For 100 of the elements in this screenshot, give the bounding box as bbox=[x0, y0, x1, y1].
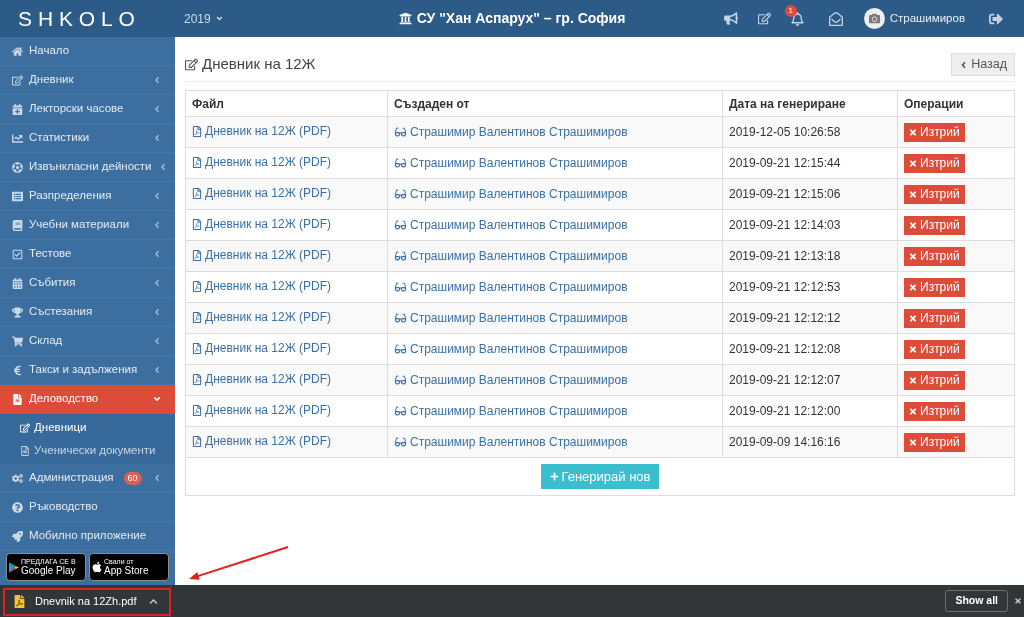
delete-button[interactable]: Изтрий bbox=[904, 215, 965, 235]
close-icon bbox=[909, 406, 917, 416]
close-icon[interactable] bbox=[1014, 597, 1022, 605]
back-button[interactable]: Назад bbox=[951, 53, 1015, 76]
table-cell: 2019-09-21 12:12:53 bbox=[722, 271, 898, 303]
pdf-file-icon bbox=[192, 249, 202, 261]
glasses-icon bbox=[394, 250, 407, 261]
table-cell: 2019-09-21 12:12:12 bbox=[722, 302, 898, 334]
close-icon bbox=[909, 127, 917, 137]
column-header: Файл bbox=[185, 90, 388, 117]
submenu-item[interactable]: Ученически документи bbox=[0, 439, 175, 462]
play-triangle-icon bbox=[9, 561, 19, 573]
close-icon bbox=[909, 251, 917, 261]
delete-button[interactable]: Изтрий bbox=[904, 184, 965, 204]
cart-icon bbox=[12, 335, 23, 347]
sidebar-item[interactable]: Състезания bbox=[0, 298, 175, 327]
download-file-name[interactable]: Dnevnik na 12Zh.pdf bbox=[35, 592, 137, 610]
home-icon bbox=[12, 45, 23, 57]
pdf-file-icon bbox=[192, 280, 202, 292]
sidebar-item[interactable]: Събития bbox=[0, 269, 175, 298]
delete-button[interactable]: Изтрий bbox=[904, 401, 965, 421]
envelope-icon[interactable] bbox=[828, 11, 843, 26]
table-cell: 2019-09-09 14:16:16 bbox=[722, 426, 898, 458]
delete-button[interactable]: Изтрий bbox=[904, 432, 965, 452]
question-icon bbox=[12, 501, 23, 513]
table-cell: 2019-09-21 12:14:03 bbox=[722, 209, 898, 241]
megaphone-icon[interactable] bbox=[723, 12, 738, 25]
delete-button[interactable]: Изтрий bbox=[904, 277, 965, 297]
sidebar-item[interactable]: Деловодство bbox=[0, 385, 175, 414]
pdf-file-icon bbox=[192, 125, 202, 137]
glasses-icon bbox=[394, 312, 407, 323]
delete-button[interactable]: Изтрий bbox=[904, 246, 965, 266]
column-header: Създаден от bbox=[387, 90, 723, 117]
sidebar-item[interactable]: Разпределения bbox=[0, 182, 175, 211]
pdf-file-icon bbox=[192, 342, 202, 354]
delete-button[interactable]: Изтрий bbox=[904, 122, 965, 142]
table-cell: 2019-09-21 12:15:06 bbox=[722, 178, 898, 210]
sign-out-icon[interactable] bbox=[989, 11, 1003, 26]
table-cell: 2019-09-21 12:12:08 bbox=[722, 333, 898, 365]
table-cell: 2019-09-21 12:12:00 bbox=[722, 395, 898, 427]
euro-icon bbox=[12, 364, 23, 376]
page-title: Дневник на 12Ж bbox=[202, 54, 316, 75]
sidebar-item[interactable]: Извънкласни дейности bbox=[0, 153, 175, 182]
book-icon bbox=[12, 219, 23, 231]
sidebar-item[interactable]: Администрация 60 bbox=[0, 464, 175, 493]
sidebar-item[interactable]: Лекторски часове bbox=[0, 95, 175, 124]
avatar-icon[interactable] bbox=[863, 8, 885, 29]
column-header: Операции bbox=[897, 90, 1015, 117]
pdf-file-icon bbox=[192, 435, 202, 447]
sidebar-item[interactable]: Ръководство bbox=[0, 493, 175, 522]
close-icon bbox=[909, 158, 917, 168]
delete-button[interactable]: Изтрий bbox=[904, 339, 965, 359]
count-badge: 60 bbox=[123, 471, 142, 485]
caret-icon bbox=[214, 14, 224, 23]
close-icon bbox=[909, 375, 917, 385]
glasses-icon bbox=[394, 436, 407, 447]
glasses-icon bbox=[394, 126, 407, 137]
delete-button[interactable]: Изтрий bbox=[904, 370, 965, 390]
bank-icon bbox=[398, 12, 412, 25]
show-all-button[interactable]: Show all bbox=[945, 590, 1008, 612]
glasses-icon bbox=[394, 343, 407, 354]
school-name: СУ "Хан Аспарух" – гр. София bbox=[416, 9, 626, 28]
glasses-icon bbox=[394, 157, 407, 168]
sidebar-item[interactable]: Склад bbox=[0, 327, 175, 356]
glasses-icon bbox=[394, 219, 407, 230]
rocket-icon bbox=[12, 530, 23, 542]
sidebar-item[interactable]: Учебни материали bbox=[0, 211, 175, 240]
chevron-up-icon[interactable] bbox=[149, 596, 158, 606]
glasses-icon bbox=[394, 281, 407, 292]
sidebar-item[interactable]: Дневник bbox=[0, 66, 175, 95]
close-icon bbox=[909, 437, 917, 447]
pdf-file-icon bbox=[192, 187, 202, 199]
apple-icon bbox=[92, 561, 102, 573]
pdf-file-icon bbox=[192, 311, 202, 323]
year-dropdown[interactable]: 2019 bbox=[184, 9, 224, 28]
delete-button[interactable]: Изтрий bbox=[904, 308, 965, 328]
trophy-icon bbox=[12, 306, 23, 318]
close-icon bbox=[909, 313, 917, 323]
glasses-icon bbox=[394, 374, 407, 385]
calendar-icon bbox=[12, 277, 23, 289]
pdf-file-icon bbox=[192, 373, 202, 385]
document-icon bbox=[20, 445, 30, 456]
line-chart-icon bbox=[12, 132, 23, 144]
sidebar-item[interactable]: Тестове bbox=[0, 240, 175, 269]
close-icon bbox=[909, 344, 917, 354]
sidebar-item[interactable]: Статистики bbox=[0, 124, 175, 153]
glasses-icon bbox=[394, 405, 407, 416]
pdf-file-icon bbox=[192, 156, 202, 168]
pdf-file-icon bbox=[192, 404, 202, 416]
calendar-plus-icon bbox=[12, 103, 23, 115]
logo[interactable]: SHKOLO bbox=[18, 8, 141, 29]
delete-button[interactable]: Изтрий bbox=[904, 153, 965, 173]
notification-badge: 1 bbox=[784, 4, 797, 17]
submenu-item[interactable]: Дневници bbox=[0, 416, 175, 439]
list-icon bbox=[12, 190, 23, 202]
sidebar-item[interactable]: Мобилно приложение bbox=[0, 522, 175, 551]
table-cell: 2019-12-05 10:26:58 bbox=[722, 116, 898, 148]
table-cell: 2019-09-21 12:15:44 bbox=[722, 147, 898, 179]
user-name[interactable]: Страшимиров bbox=[889, 9, 965, 28]
sidebar-item[interactable]: Начало bbox=[0, 37, 175, 66]
